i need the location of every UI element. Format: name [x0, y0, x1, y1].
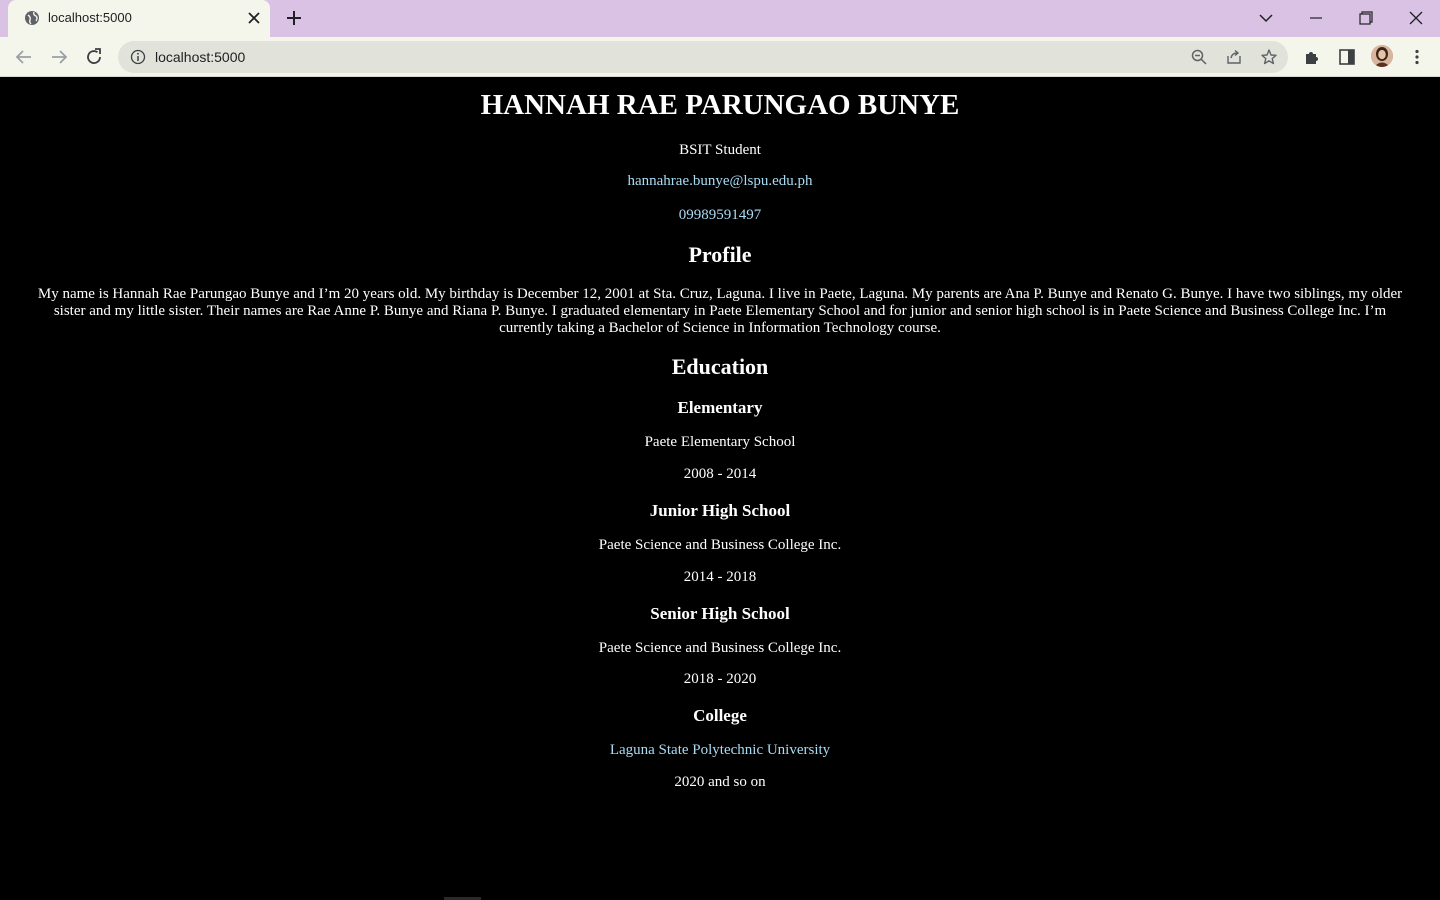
profile-text: My name is Hannah Rae Parungao Bunye and…: [37, 286, 1403, 336]
kebab-menu-icon[interactable]: [1407, 47, 1427, 67]
education-level: Senior High School: [650, 604, 790, 623]
url-text: localhost:5000: [155, 49, 246, 65]
education-heading: Education: [671, 354, 769, 379]
minimize-icon[interactable]: [1304, 6, 1328, 30]
side-panel-icon[interactable]: [1337, 47, 1357, 67]
education-level: Elementary: [677, 398, 763, 417]
browser-toolbar: localhost:5000: [0, 37, 1440, 77]
education-years: 2014 - 2018: [683, 569, 757, 585]
resume-name: HANNAH RAE PARUNGAO BUNYE: [480, 89, 960, 121]
share-icon[interactable]: [1225, 48, 1243, 66]
chevron-down-icon[interactable]: [1254, 6, 1278, 30]
plus-icon[interactable]: [284, 8, 304, 28]
resume-role: BSIT Student: [679, 142, 761, 158]
tab-strip: localhost:5000: [0, 0, 1440, 37]
star-icon[interactable]: [1260, 48, 1278, 66]
education-years: 2018 - 2020: [683, 671, 757, 687]
globe-icon: [25, 11, 39, 25]
profile-heading: Profile: [688, 242, 752, 267]
reload-icon[interactable]: [82, 45, 106, 69]
phone-link[interactable]: 09989591497: [0, 207, 1440, 224]
info-icon[interactable]: [130, 49, 146, 65]
email-link[interactable]: hannahrae.bunye@lspu.edu.ph: [0, 173, 1440, 190]
close-icon[interactable]: [1404, 6, 1428, 30]
restore-icon[interactable]: [1354, 6, 1378, 30]
profile-picture-icon: [1371, 45, 1393, 67]
forward-arrow-icon[interactable]: [47, 45, 71, 69]
browser-tab[interactable]: localhost:5000: [8, 0, 270, 37]
puzzle-icon[interactable]: [1302, 47, 1322, 67]
close-icon[interactable]: [245, 9, 263, 27]
resume-page: HANNAH RAE PARUNGAO BUNYE BSIT Student h…: [0, 77, 1440, 900]
education-school: Paete Science and Business College Inc.: [598, 537, 842, 553]
zoom-out-icon[interactable]: [1190, 48, 1208, 66]
education-level: College: [693, 706, 747, 725]
education-school: Paete Elementary School: [644, 434, 796, 450]
education-level: Junior High School: [649, 501, 791, 520]
tab-title: localhost:5000: [48, 10, 132, 25]
university-link[interactable]: Laguna State Polytechnic University: [0, 742, 1440, 759]
address-bar[interactable]: localhost:5000: [118, 41, 1288, 73]
education-years: 2008 - 2014: [683, 466, 757, 482]
education-years: 2020 and so on: [674, 774, 766, 790]
avatar[interactable]: [1371, 45, 1393, 67]
back-arrow-icon[interactable]: [12, 45, 36, 69]
education-school: Paete Science and Business College Inc.: [598, 640, 842, 656]
